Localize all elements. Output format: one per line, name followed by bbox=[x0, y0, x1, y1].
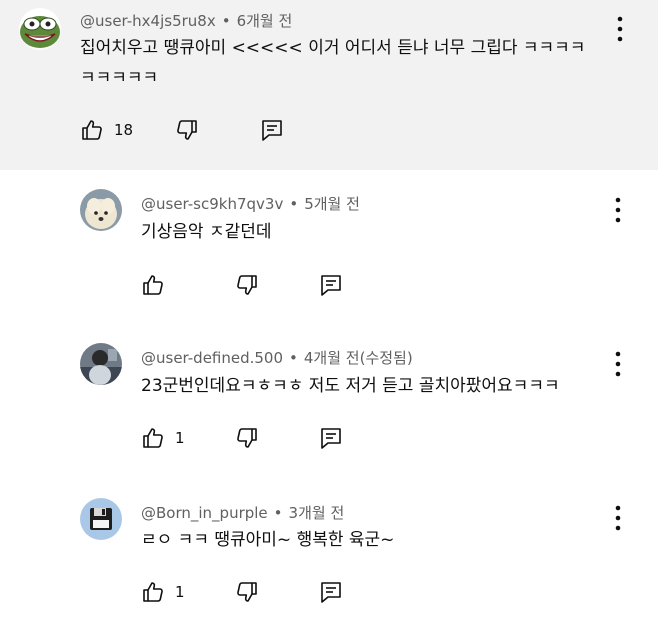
comment-time: 5개월 전 bbox=[304, 195, 360, 213]
avatar[interactable] bbox=[80, 343, 122, 385]
meta-separator: • bbox=[289, 195, 299, 213]
like-button[interactable]: 18 bbox=[80, 116, 133, 144]
comment-author[interactable]: @user-hx4js5ru8x bbox=[80, 12, 216, 30]
like-button[interactable]: 1 bbox=[141, 578, 185, 606]
comment-time: 3개월 전 bbox=[288, 504, 345, 522]
avatar[interactable] bbox=[19, 8, 61, 50]
thumbs-down-icon bbox=[177, 120, 197, 140]
avatar[interactable] bbox=[80, 189, 122, 231]
comment-author[interactable]: @user-sc9kh7qv3v bbox=[141, 195, 283, 213]
reply-comment-icon bbox=[321, 582, 341, 603]
reply-comment-icon bbox=[321, 275, 341, 296]
comment-time: 6개월 전 bbox=[236, 12, 293, 30]
comment-time: 4개월 전(수정됨) bbox=[303, 349, 413, 367]
more-vertical-icon bbox=[615, 505, 621, 531]
more-options-button[interactable] bbox=[612, 503, 624, 533]
reply-button[interactable] bbox=[319, 271, 343, 299]
more-vertical-icon bbox=[615, 197, 621, 223]
dislike-button[interactable] bbox=[175, 116, 199, 144]
comment-actions: 18 bbox=[80, 116, 320, 144]
thumbs-up-icon bbox=[143, 275, 163, 295]
comment-text-line: 집어치우고 땡큐아미 <<<<< 이거 어디서 듣냐 너무 그립다 ㅋㅋㅋㅋ bbox=[80, 38, 586, 58]
dislike-button[interactable] bbox=[235, 424, 259, 452]
reply-button[interactable] bbox=[319, 424, 343, 452]
comment-actions: 1 bbox=[141, 578, 361, 606]
more-vertical-icon bbox=[615, 351, 621, 377]
floppy-disk-avatar-icon bbox=[80, 498, 122, 540]
comment-actions: 1 bbox=[141, 424, 361, 452]
comment-text-line: ㅋㅋㅋㅋㅋ bbox=[80, 68, 159, 88]
like-count: 18 bbox=[114, 121, 134, 139]
dog-avatar-icon bbox=[80, 189, 122, 231]
avatar[interactable] bbox=[80, 498, 122, 540]
comment-author[interactable]: @Born_in_purple bbox=[141, 504, 268, 522]
dislike-button[interactable] bbox=[235, 271, 259, 299]
thumbs-down-icon bbox=[237, 428, 257, 448]
meta-separator: • bbox=[289, 349, 298, 367]
reply-button[interactable] bbox=[260, 116, 284, 144]
more-vertical-icon bbox=[617, 16, 623, 42]
comment-text-line: 23군번인데요ㅋㅎㅋㅎ 저도 저거 듣고 골치아팠어요ㅋㅋㅋ bbox=[141, 376, 560, 396]
thumbs-up-icon bbox=[82, 120, 102, 140]
comment-meta: @user-sc9kh7qv3v • 5개월 전 bbox=[141, 193, 360, 214]
reply-button[interactable] bbox=[319, 578, 343, 606]
photo-avatar-icon bbox=[80, 343, 122, 385]
more-options-button[interactable] bbox=[612, 195, 624, 225]
comment-author[interactable]: @user-defined.500 bbox=[141, 349, 283, 367]
more-options-button[interactable] bbox=[612, 349, 624, 379]
thumbs-down-icon bbox=[237, 275, 257, 295]
reply-comment-icon bbox=[321, 428, 341, 449]
comment-text-line: 기상음악 ㅈ같던데 bbox=[141, 222, 272, 242]
more-options-button[interactable] bbox=[614, 14, 626, 44]
comment-text-line: ㄹㅇ ㅋㅋ 땡큐아미~ 행복한 육군~ bbox=[141, 530, 395, 550]
comment-meta: @user-hx4js5ru8x • 6개월 전 bbox=[80, 10, 292, 31]
dislike-button[interactable] bbox=[235, 578, 259, 606]
comment-meta: @user-defined.500 • 4개월 전(수정됨) bbox=[141, 347, 413, 368]
like-count: 1 bbox=[175, 429, 185, 447]
thumbs-up-icon bbox=[143, 582, 163, 602]
meta-separator: • bbox=[221, 12, 231, 30]
thumbs-down-icon bbox=[237, 582, 257, 602]
like-button[interactable]: 1 bbox=[141, 424, 185, 452]
like-count: 1 bbox=[175, 583, 185, 601]
reply-comment-icon bbox=[262, 120, 282, 141]
like-button[interactable] bbox=[141, 271, 175, 299]
pepe-frog-avatar-icon bbox=[19, 8, 61, 50]
meta-separator: • bbox=[273, 504, 283, 522]
comment-meta: @Born_in_purple • 3개월 전 bbox=[141, 502, 344, 523]
thumbs-up-icon bbox=[143, 428, 163, 448]
comment-actions bbox=[141, 271, 361, 299]
